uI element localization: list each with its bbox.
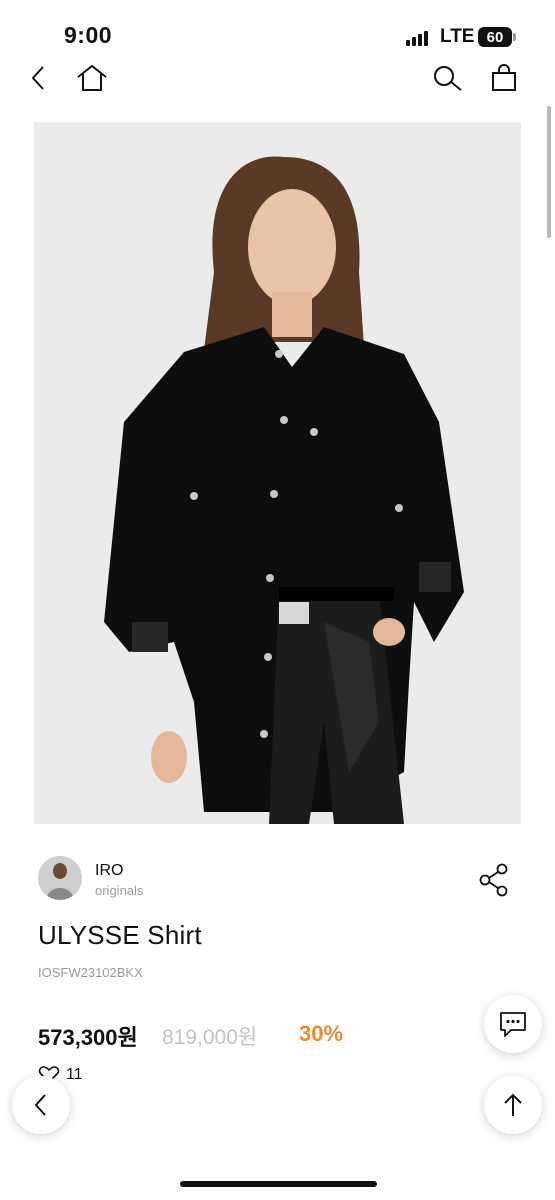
back-icon[interactable] [24,62,52,94]
home-indicator[interactable] [180,1181,377,1187]
sale-price: 573,300원 [38,1025,138,1050]
home-icon[interactable] [74,62,110,94]
battery-tip [513,33,516,41]
arrow-up-icon [504,1093,522,1116]
original-price: 819,000원 [162,1026,258,1049]
status-time: 9:00 [64,22,113,48]
brand-name[interactable]: IRO [95,862,123,880]
chevron-left-icon [34,1094,46,1116]
bag-icon[interactable] [488,62,520,94]
battery-icon: 60 [478,27,512,47]
product-code: IOSFW23102BKX [38,965,143,980]
brand-avatar[interactable] [38,856,82,900]
network-label: LTE [440,26,475,47]
share-icon[interactable] [476,860,512,900]
like-count: 11 [66,1066,83,1083]
chat-icon [500,1012,526,1037]
product-image[interactable] [34,122,521,824]
scroll-top-button[interactable] [484,1076,542,1134]
scrollbar[interactable] [547,106,551,238]
signal-icon [406,30,432,46]
chat-button[interactable] [484,995,542,1053]
discount-rate: 30% [299,1021,344,1046]
product-title: ULYSSE Shirt [38,920,202,950]
brand-subtitle: originals [95,883,144,898]
search-icon[interactable] [429,62,465,94]
back-button[interactable] [12,1076,70,1134]
